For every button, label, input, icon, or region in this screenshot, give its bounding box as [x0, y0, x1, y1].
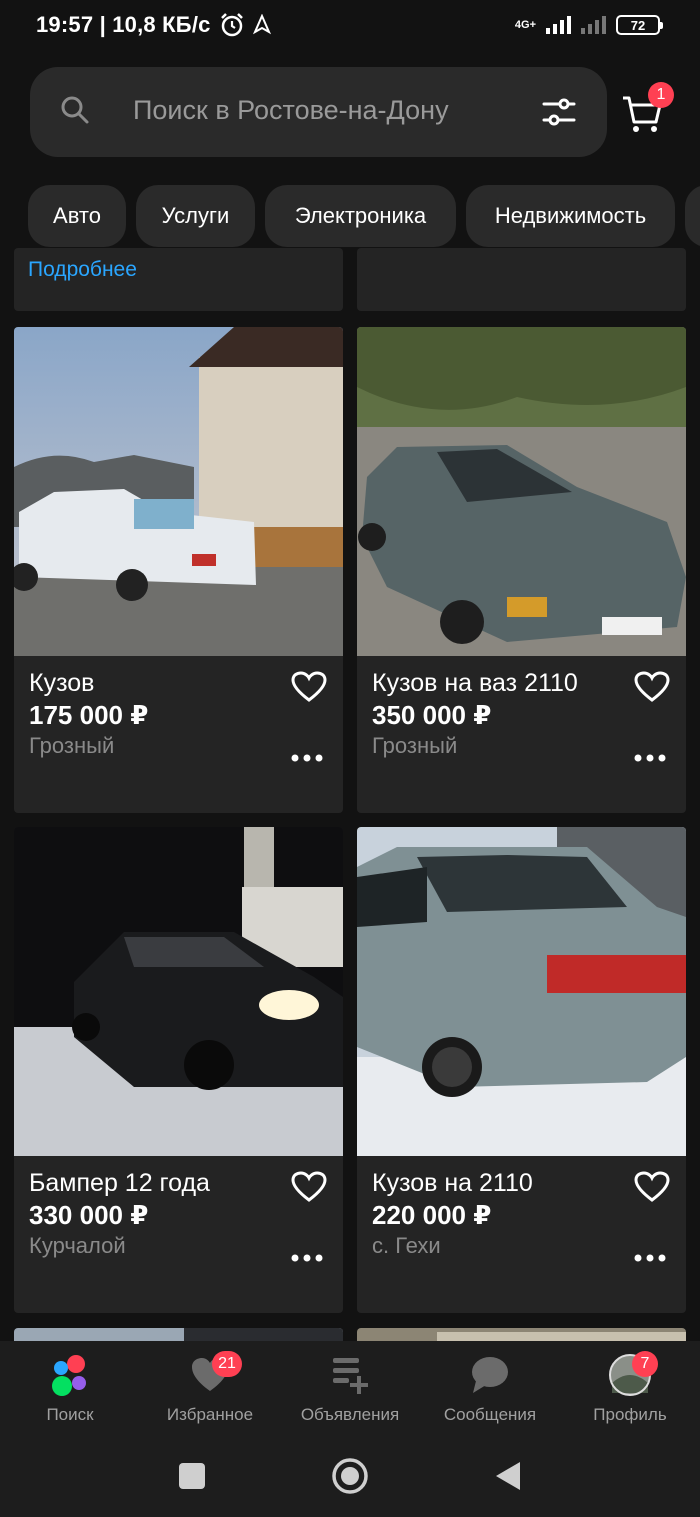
- search-icon: [61, 96, 89, 124]
- chip-real-estate[interactable]: Недвижимость: [466, 185, 675, 247]
- battery-level: 72: [630, 17, 646, 33]
- listings-icon: [328, 1353, 372, 1397]
- listing-card[interactable]: Кузов 175 000 ₽ Грозный: [14, 327, 343, 813]
- cart-button[interactable]: 1: [620, 82, 674, 138]
- avatar: 7: [608, 1351, 658, 1397]
- search-input[interactable]: Поиск в Ростове-на-Дону: [133, 95, 449, 126]
- chip-electronics[interactable]: Электроника: [265, 185, 456, 247]
- nav-label: Избранное: [166, 1405, 254, 1424]
- favorite-heart-icon[interactable]: [634, 671, 670, 703]
- nav-label: Сообщения: [443, 1405, 537, 1424]
- listing-title: Кузов на 2110: [372, 1169, 533, 1197]
- nav-label: Профиль: [593, 1405, 667, 1424]
- heart-icon: 21: [188, 1351, 242, 1397]
- network-type: 4G+: [514, 19, 536, 31]
- listing-photo: [14, 827, 343, 1156]
- alarm-icon: [220, 13, 243, 37]
- signal-icon: [546, 16, 571, 34]
- data-saver-icon: [252, 14, 271, 35]
- profile-badge: 7: [632, 1351, 658, 1377]
- listing-title: Кузов на ваз 2110: [372, 669, 578, 697]
- search-bar[interactable]: Поиск в Ростове-на-Дону: [30, 67, 607, 157]
- listing-card[interactable]: [14, 1328, 343, 1341]
- status-bar: 19:57 | 10,8 КБ/с 4G+ 72: [0, 0, 700, 50]
- chip-services[interactable]: Услуги: [136, 185, 255, 247]
- listing-card[interactable]: [357, 1328, 686, 1341]
- more-options-icon[interactable]: [291, 753, 323, 763]
- category-chips: Авто Услуги Электроника Недвижимость: [0, 182, 700, 248]
- nav-label: Объявления: [300, 1405, 400, 1424]
- chip-more[interactable]: [685, 185, 700, 247]
- listing-photo: [14, 327, 343, 656]
- listing-location: Грозный: [372, 733, 458, 758]
- listing-location: Грозный: [29, 733, 115, 758]
- listing-price: 330 000 ₽: [29, 1200, 149, 1230]
- nav-messages[interactable]: Сообщения: [420, 1353, 560, 1425]
- listing-price: 220 000 ₽: [372, 1200, 492, 1230]
- partial-card[interactable]: Подробнее: [14, 248, 343, 311]
- more-options-icon[interactable]: [634, 1253, 666, 1263]
- chip-auto[interactable]: Авто: [28, 185, 126, 247]
- cart-badge: 1: [648, 82, 674, 108]
- listing-location: с. Гехи: [372, 1233, 441, 1258]
- back-icon[interactable]: [494, 1460, 522, 1492]
- favorite-heart-icon[interactable]: [291, 671, 327, 703]
- more-link[interactable]: Подробнее: [28, 258, 137, 282]
- listing-photo: [357, 327, 686, 656]
- more-options-icon[interactable]: [634, 753, 666, 763]
- search-app-icon: [48, 1353, 92, 1397]
- listing-price: 175 000 ₽: [29, 700, 149, 730]
- nav-favorites[interactable]: 21 Избранное: [140, 1351, 280, 1425]
- favorites-badge: 21: [212, 1351, 242, 1377]
- chat-icon: [468, 1353, 512, 1397]
- battery-icon: 72: [616, 15, 663, 35]
- nav-label: Поиск: [46, 1405, 94, 1424]
- favorite-heart-icon[interactable]: [291, 1171, 327, 1203]
- favorite-heart-icon[interactable]: [634, 1171, 670, 1203]
- listing-card[interactable]: Бампер 12 года 330 000 ₽ Курчалой: [14, 827, 343, 1313]
- more-options-icon[interactable]: [291, 1253, 323, 1263]
- home-icon[interactable]: [331, 1457, 369, 1495]
- bottom-navigation: Поиск 21 Избранное Объявления Сообщения …: [0, 1341, 700, 1441]
- nav-search[interactable]: Поиск: [0, 1353, 140, 1425]
- header: Поиск в Ростове-на-Дону 1: [0, 50, 700, 177]
- filter-icon[interactable]: [541, 94, 577, 130]
- listing-photo: [357, 827, 686, 1156]
- status-time: 19:57 | 10,8 КБ/с: [36, 12, 211, 37]
- nav-profile[interactable]: 7 Профиль: [560, 1351, 700, 1425]
- listing-location: Курчалой: [29, 1233, 126, 1258]
- listing-card[interactable]: Кузов на 2110 220 000 ₽ с. Гехи: [357, 827, 686, 1313]
- partial-card[interactable]: [357, 248, 686, 311]
- listing-price: 350 000 ₽: [372, 700, 492, 730]
- listing-title: Бампер 12 года: [29, 1169, 210, 1197]
- listing-title: Кузов: [29, 669, 95, 697]
- listing-feed[interactable]: Подробнее Кузов 175 000 ₽ Грозный Кузов …: [0, 248, 700, 1341]
- signal-sim2-icon: [581, 16, 606, 34]
- recent-apps-icon[interactable]: [178, 1462, 206, 1490]
- system-navigation: [0, 1441, 700, 1517]
- nav-listings[interactable]: Объявления: [280, 1353, 420, 1425]
- listing-card[interactable]: Кузов на ваз 2110 350 000 ₽ Грозный: [357, 327, 686, 813]
